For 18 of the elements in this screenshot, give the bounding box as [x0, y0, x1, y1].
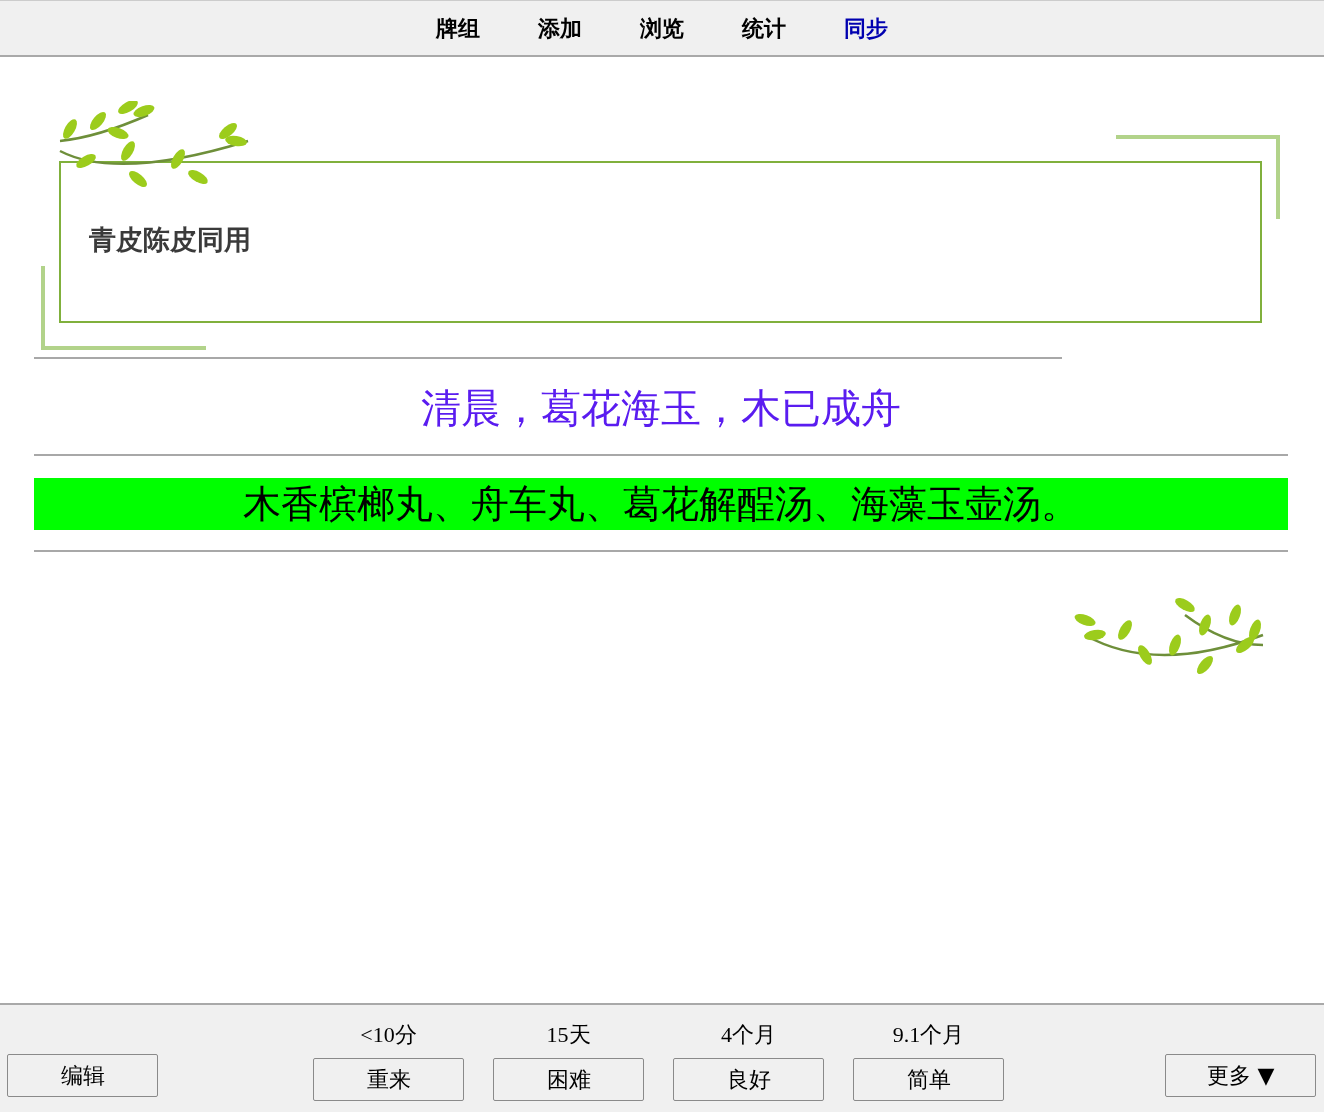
answer-button[interactable]: 困难: [493, 1058, 644, 1101]
mnemonic-text: 清晨，葛花海玉，木已成舟: [421, 385, 901, 431]
answer-button[interactable]: 简单: [853, 1058, 1004, 1101]
edit-button[interactable]: 编辑: [7, 1054, 158, 1097]
nav-link[interactable]: 统计: [713, 12, 815, 44]
interval-label: 15天: [546, 1021, 591, 1049]
answer-text: 木香槟榔丸、舟车丸、葛花解酲汤、海藻玉壶汤。: [34, 478, 1288, 530]
nav-link[interactable]: 牌组: [407, 12, 509, 44]
interval-label: 4个月: [721, 1021, 776, 1049]
interval-label: <10分: [360, 1021, 417, 1049]
answer-button[interactable]: 良好: [673, 1058, 824, 1101]
nav-link[interactable]: 同步: [815, 12, 917, 44]
more-button[interactable]: 更多 ▼: [1165, 1054, 1316, 1097]
card-front-text: 青皮陈皮同用: [89, 223, 251, 257]
nav-link[interactable]: 浏览: [611, 12, 713, 44]
answer-button[interactable]: 重来: [313, 1058, 464, 1101]
nav-link[interactable]: 添加: [509, 12, 611, 44]
interval-label: 9.1个月: [892, 1021, 965, 1049]
